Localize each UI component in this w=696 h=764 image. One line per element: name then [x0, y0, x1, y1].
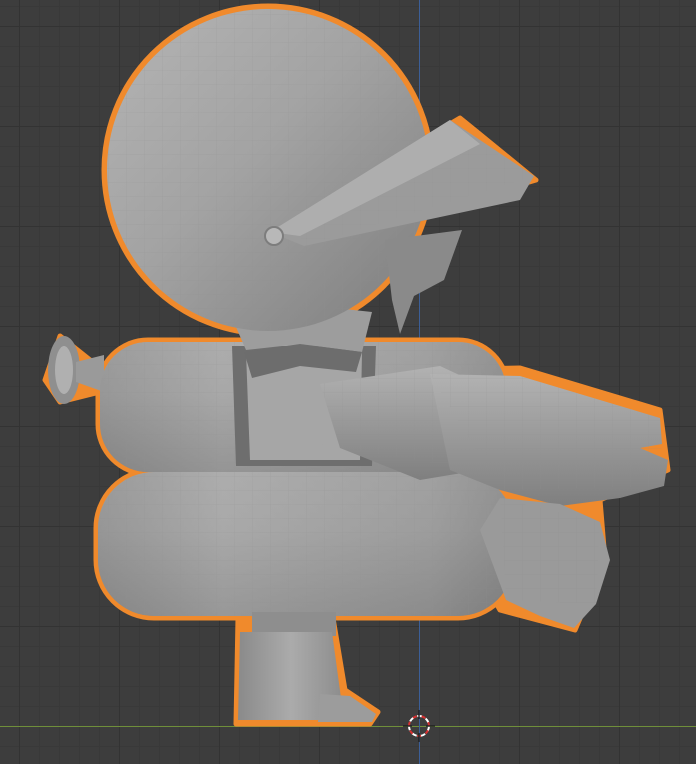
inner-tube-ring [98, 472, 514, 616]
visor-bolt [264, 226, 284, 246]
3d-cursor-icon[interactable] [403, 710, 435, 742]
3d-viewport[interactable] [0, 0, 696, 764]
foot [318, 694, 376, 722]
selected-mesh-object[interactable] [0, 0, 696, 764]
